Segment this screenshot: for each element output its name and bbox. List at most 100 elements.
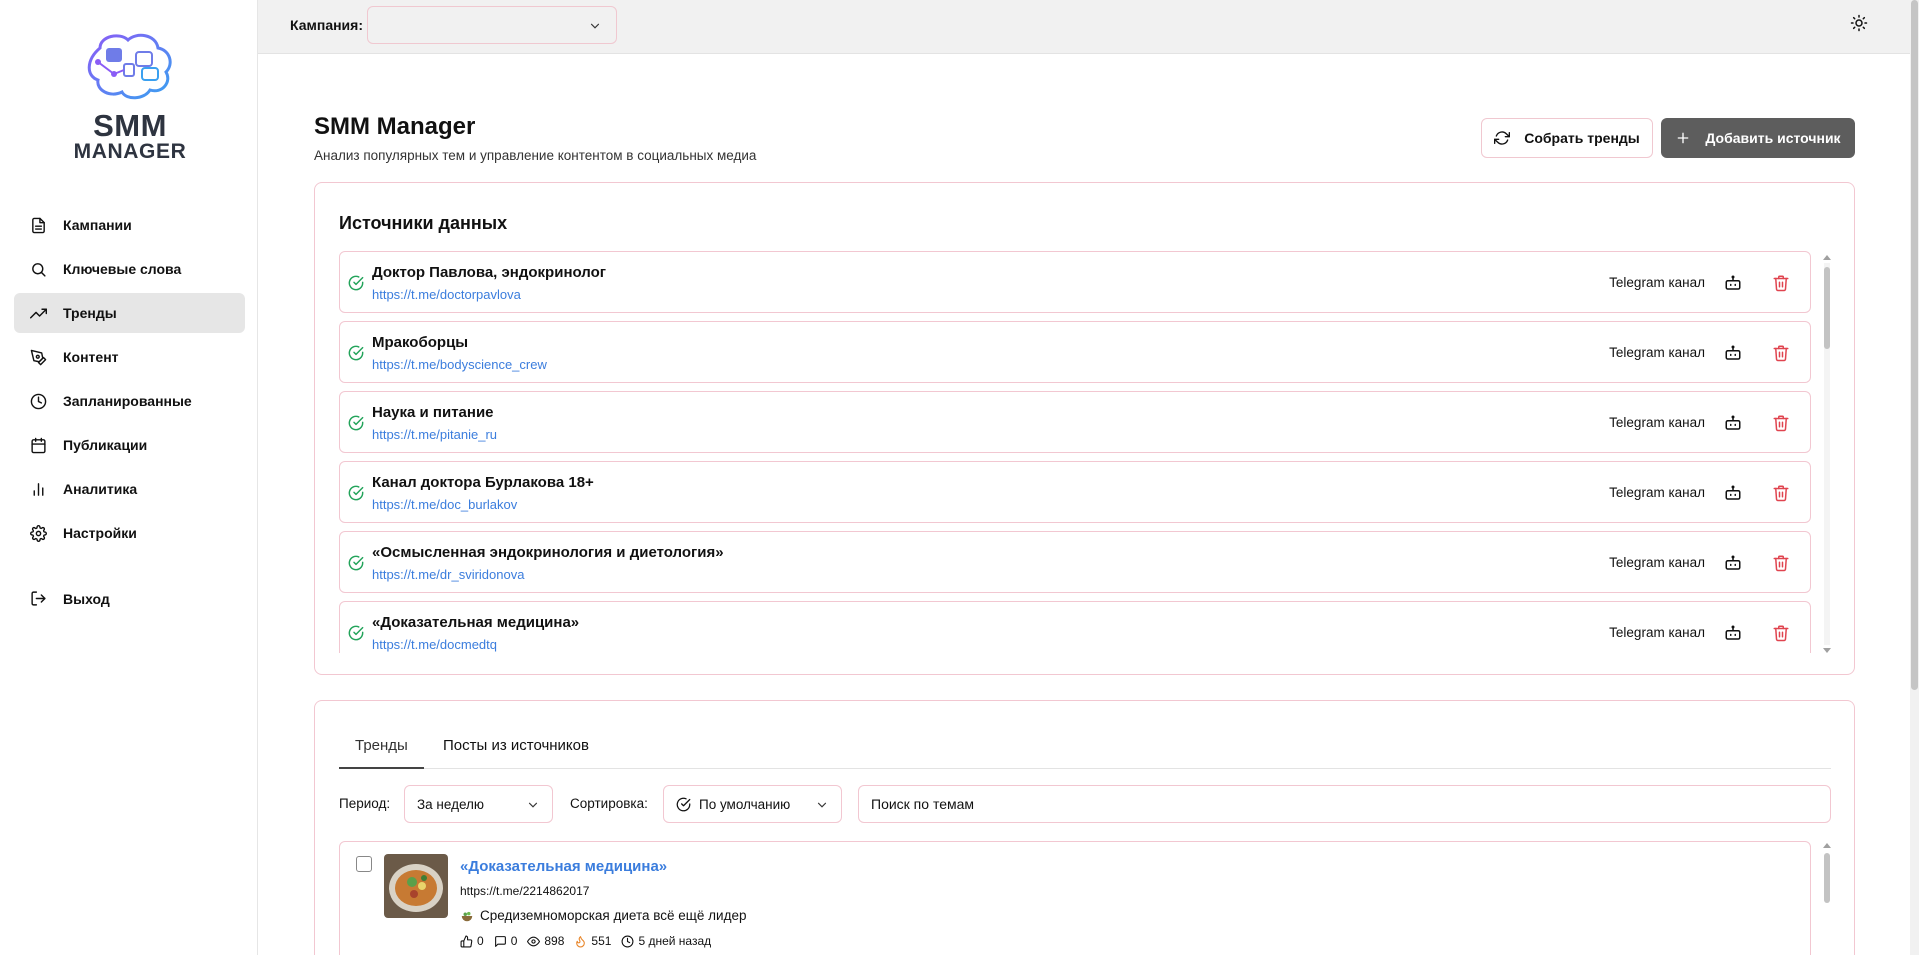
tab-source-posts[interactable]: Посты из источников	[443, 737, 589, 769]
age-stat: 5 дней назад	[621, 934, 711, 948]
logout-label: Выход	[63, 590, 110, 607]
source-url-link[interactable]: https://t.me/dr_sviridonova	[372, 567, 524, 582]
sidebar-item-label: Аналитика	[63, 481, 138, 497]
source-url-link[interactable]: https://t.me/bodyscience_crew	[372, 357, 547, 372]
source-type: Telegram канал	[1609, 485, 1705, 500]
source-name: Канал доктора Бурлакова 18+	[372, 474, 594, 491]
chevron-down-icon	[815, 798, 829, 815]
logout-icon	[30, 590, 47, 607]
scrollbar-thumb[interactable]	[1824, 267, 1830, 349]
trash-icon[interactable]	[1772, 274, 1790, 292]
sidebar-item-analytics[interactable]: Аналитика	[14, 469, 245, 509]
sidebar-item-label: Настройки	[63, 525, 137, 541]
source-name: Доктор Павлова, эндокринолог	[372, 264, 607, 281]
source-url-link[interactable]: https://t.me/doctorpavlova	[372, 287, 521, 302]
source-type: Telegram канал	[1609, 625, 1705, 640]
trash-icon[interactable]	[1772, 624, 1790, 642]
scroll-up-icon[interactable]	[1823, 843, 1831, 848]
trash-icon[interactable]	[1772, 554, 1790, 572]
sort-select[interactable]: По умолчанию	[663, 785, 842, 823]
theme-toggle-button[interactable]	[1848, 14, 1870, 36]
sidebar-item-keywords[interactable]: Ключевые слова	[14, 249, 245, 289]
refresh-icon	[1494, 130, 1511, 146]
sidebar-item-trends[interactable]: Тренды	[14, 293, 245, 333]
sources-card: Источники данных Доктор Павлова, эндокри…	[314, 182, 1855, 675]
post-stats: 0 0 898 551 5 дней назад	[460, 934, 721, 948]
scroll-up-icon[interactable]	[1823, 255, 1831, 260]
sources-title: Источники данных	[339, 213, 508, 233]
source-row[interactable]: Мракоборцы https://t.me/bodyscience_crew…	[339, 321, 1811, 383]
page-scrollbar[interactable]	[1910, 0, 1919, 955]
comments-count: 0	[510, 934, 518, 948]
source-url-link[interactable]: https://t.me/pitanie_ru	[372, 427, 497, 442]
gear-icon	[30, 524, 47, 542]
sidebar: SMM MANAGER Кампании Ключевые слова Трен…	[0, 0, 258, 955]
page-scrollbar-thumb[interactable]	[1911, 0, 1918, 690]
likes-count: 0	[477, 934, 484, 948]
source-row[interactable]: «Доказательная медицина» https://t.me/do…	[339, 601, 1811, 653]
sidebar-item-label: Ключевые слова	[63, 261, 182, 277]
score-stat: 551	[574, 934, 611, 948]
check-circle-icon	[676, 797, 691, 812]
bot-icon[interactable]	[1724, 484, 1742, 502]
sidebar-item-content[interactable]: Контент	[14, 337, 245, 377]
trash-icon[interactable]	[1772, 414, 1790, 432]
sources-list: Доктор Павлова, эндокринолог https://t.m…	[339, 251, 1811, 653]
bot-icon[interactable]	[1724, 414, 1742, 432]
trend-post-row[interactable]: «Доказательная медицина» https://t.me/22…	[339, 841, 1811, 955]
logo-text-manager: MANAGER	[73, 140, 187, 163]
source-row[interactable]: Наука и питание https://t.me/pitanie_ru …	[339, 391, 1811, 453]
source-name: «Доказательная медицина»	[372, 614, 580, 631]
add-source-button[interactable]: Добавить источник	[1661, 118, 1855, 158]
scrollbar-thumb[interactable]	[1824, 853, 1830, 903]
source-row[interactable]: «Осмысленная эндокринология и диетология…	[339, 531, 1811, 593]
source-name: «Осмысленная эндокринология и диетология…	[372, 544, 724, 561]
tab-trends[interactable]: Тренды	[339, 737, 424, 769]
source-url-link[interactable]: https://t.me/doc_burlakov	[372, 497, 517, 512]
top-bar: Кампания:	[258, 0, 1910, 54]
bot-icon[interactable]	[1724, 344, 1742, 362]
sidebar-item-settings[interactable]: Настройки	[14, 513, 245, 553]
bot-icon[interactable]	[1724, 554, 1742, 572]
trends-scrollbar[interactable]	[1823, 843, 1831, 955]
campaign-select[interactable]	[367, 6, 617, 44]
score-count: 551	[591, 934, 612, 948]
sources-scrollbar[interactable]	[1823, 255, 1831, 653]
collect-trends-button[interactable]: Собрать тренды	[1481, 118, 1653, 158]
period-select[interactable]: За неделю	[404, 785, 553, 823]
bot-icon[interactable]	[1724, 274, 1742, 292]
search-icon	[30, 261, 47, 278]
page-title: SMM Manager	[314, 113, 476, 140]
sort-select-value: По умолчанию	[699, 796, 791, 812]
post-thumbnail	[384, 854, 448, 918]
check-circle-icon	[348, 275, 364, 291]
source-url-link[interactable]: https://t.me/docmedtq	[372, 637, 497, 652]
post-text: Средиземноморская диета всё ещё лидер	[460, 908, 746, 923]
source-name: Наука и питание	[372, 404, 494, 421]
trending-up-icon	[30, 305, 47, 322]
campaign-label: Кампания:	[290, 17, 363, 33]
logout-button[interactable]: Выход	[30, 590, 110, 607]
sidebar-item-scheduled[interactable]: Запланированные	[14, 381, 245, 421]
topics-search-input[interactable]	[858, 785, 1831, 823]
comments-stat: 0	[494, 934, 518, 948]
post-text-label: Средиземноморская диета всё ещё лидер	[480, 908, 747, 923]
trash-icon[interactable]	[1772, 484, 1790, 502]
app-logo[interactable]: SMM MANAGER	[70, 30, 190, 163]
add-source-label: Добавить источник	[1705, 130, 1841, 146]
trash-icon[interactable]	[1772, 344, 1790, 362]
bot-icon[interactable]	[1724, 624, 1742, 642]
flame-icon	[576, 935, 586, 947]
sidebar-item-publications[interactable]: Публикации	[14, 425, 245, 465]
sidebar-nav: Кампании Ключевые слова Тренды Контент З…	[14, 205, 245, 557]
source-row[interactable]: Доктор Павлова, эндокринолог https://t.m…	[339, 251, 1811, 313]
likes-stat: 0	[460, 934, 484, 948]
post-checkbox[interactable]	[356, 856, 372, 872]
page-subtitle: Анализ популярных тем и управление конте…	[314, 148, 757, 163]
post-title-link[interactable]: «Доказательная медицина»	[460, 858, 667, 875]
sidebar-item-campaigns[interactable]: Кампании	[14, 205, 245, 245]
scroll-down-icon[interactable]	[1823, 648, 1831, 653]
clock-icon	[621, 935, 634, 947]
post-age: 5 дней назад	[638, 934, 712, 948]
source-row[interactable]: Канал доктора Бурлакова 18+ https://t.me…	[339, 461, 1811, 523]
